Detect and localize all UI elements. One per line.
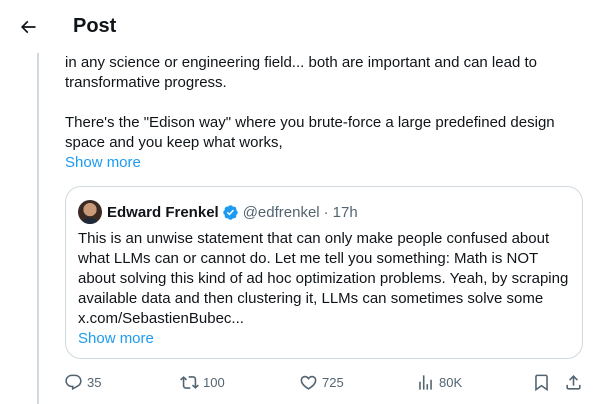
thread-connector-line bbox=[37, 53, 39, 404]
view-count: 80K bbox=[439, 374, 463, 390]
quoted-post-text: This is an unwise statement that can onl… bbox=[78, 229, 572, 349]
share-button[interactable] bbox=[564, 372, 587, 392]
views-icon bbox=[419, 374, 432, 390]
repost-icon bbox=[180, 375, 199, 389]
top-header: Post bbox=[0, 0, 599, 53]
verified-badge-icon bbox=[222, 204, 239, 221]
reply-icon bbox=[65, 374, 82, 390]
meta-separator: · bbox=[323, 203, 329, 221]
quoted-post-timestamp[interactable]: 17h bbox=[333, 204, 358, 221]
repost-count: 100 bbox=[203, 374, 225, 390]
page-title: Post bbox=[73, 15, 117, 37]
quoted-post-card[interactable]: Edward Frenkel @edfrenkel · 17h This is … bbox=[65, 186, 583, 359]
repost-button[interactable]: 100 bbox=[180, 372, 225, 392]
like-icon bbox=[300, 375, 317, 390]
quoted-author-name[interactable]: Edward Frenkel bbox=[107, 204, 219, 221]
bookmark-button[interactable] bbox=[532, 372, 555, 392]
quoted-post-header: Edward Frenkel @edfrenkel · 17h bbox=[78, 200, 358, 224]
views-button[interactable]: 80K bbox=[416, 372, 462, 392]
action-bar: 35 100 725 80K bbox=[64, 372, 585, 392]
avatar[interactable] bbox=[78, 200, 102, 224]
like-button[interactable]: 725 bbox=[299, 372, 344, 392]
quoted-show-more-link[interactable]: Show more bbox=[78, 329, 154, 349]
quoted-author-handle[interactable]: @edfrenkel bbox=[243, 204, 320, 221]
like-count: 725 bbox=[322, 374, 344, 390]
reply-button[interactable]: 35 bbox=[64, 372, 101, 392]
back-button[interactable] bbox=[10, 9, 46, 45]
bookmark-icon bbox=[535, 374, 548, 391]
share-icon bbox=[566, 374, 581, 390]
quoted-post-body: This is an unwise statement that can onl… bbox=[78, 230, 569, 327]
post-paragraph-2: There's the "Edison way" where you brute… bbox=[65, 114, 555, 151]
post-show-more-link[interactable]: Show more bbox=[65, 153, 141, 173]
back-arrow-icon bbox=[20, 20, 36, 33]
post-paragraph-1: in any science or engineering field... b… bbox=[65, 54, 537, 91]
post-text: in any science or engineering field... b… bbox=[65, 53, 585, 173]
reply-count: 35 bbox=[87, 374, 102, 390]
